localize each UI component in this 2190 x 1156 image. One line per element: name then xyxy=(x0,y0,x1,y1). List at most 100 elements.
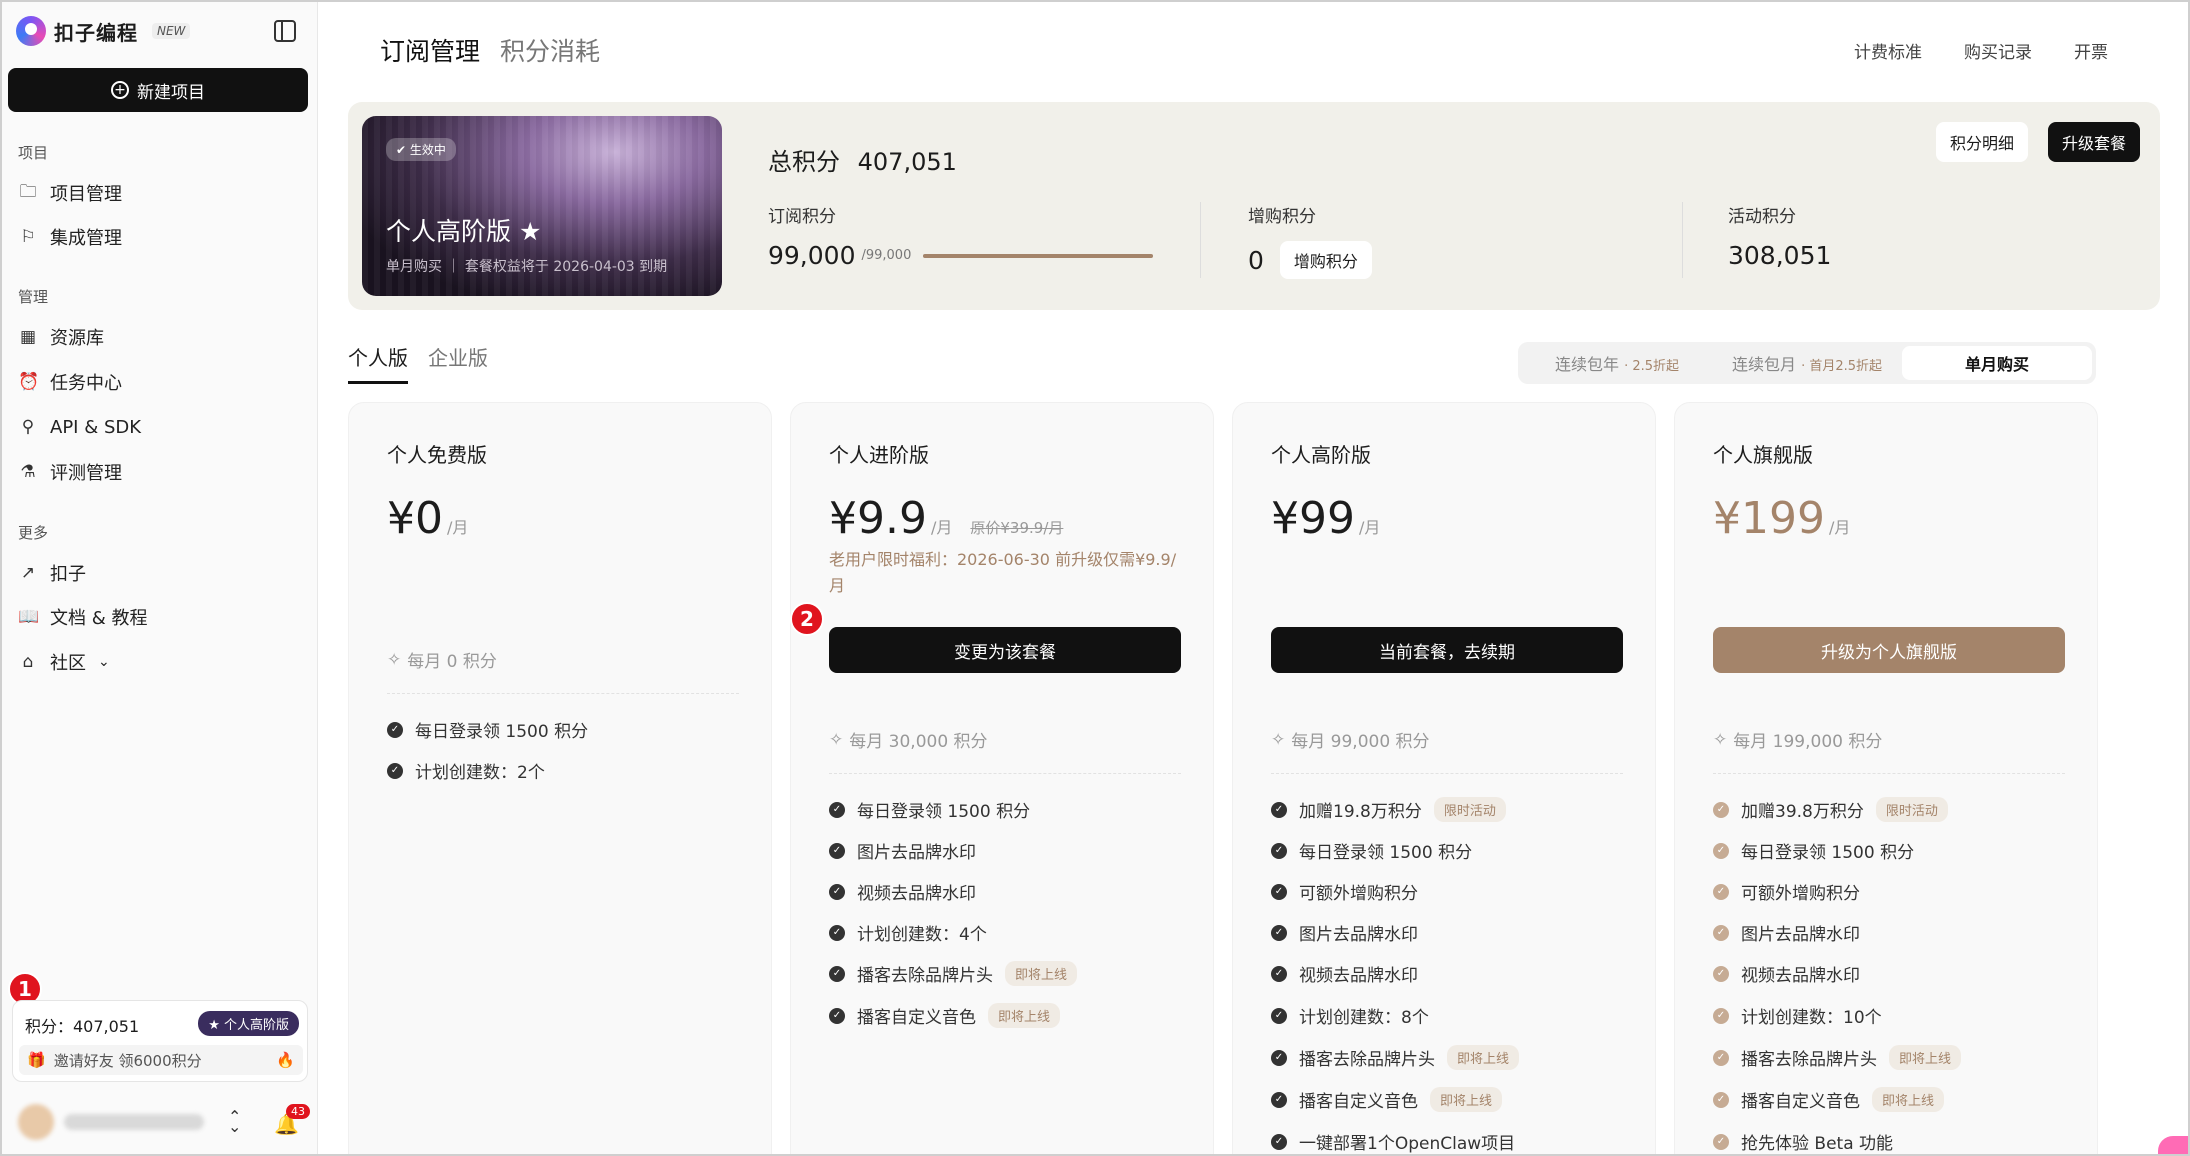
billing-label: 连续包年 xyxy=(1554,355,1619,374)
upgrade-plan-button[interactable]: 升级套餐 xyxy=(2047,122,2140,162)
check-icon: ✓ xyxy=(1271,842,1287,859)
sidebar-item-label: API & SDK xyxy=(50,416,142,438)
total-credits: 总积分 407,051 xyxy=(768,142,957,177)
credit-detail-button[interactable]: 积分明细 xyxy=(1935,122,2028,162)
tab-enterprise[interactable]: 企业版 xyxy=(428,342,488,384)
store-icon: ⌂ xyxy=(22,652,34,672)
status-label: 生效中 xyxy=(409,143,446,157)
version-tabs: 个人版 企业版 xyxy=(348,342,488,384)
grid-icon: ▦ xyxy=(19,327,37,347)
plan-price: ¥9.9 /月 原价¥39.9/月 xyxy=(829,493,1063,544)
invoice-link[interactable]: 开票 xyxy=(2074,38,2108,63)
invite-label: 邀请好友 领6000积分 xyxy=(53,1051,202,1070)
monthly-credits-label: 每月 199,000 积分 xyxy=(1733,732,1883,752)
feature-text: 每日登录领 1500 积分 xyxy=(1299,843,1473,863)
api-nodes-icon: ⚲ xyxy=(21,417,35,437)
new-badge: NEW xyxy=(152,23,191,39)
tab-credit-usage[interactable]: 积分消耗 xyxy=(500,32,600,68)
divider xyxy=(829,773,1181,774)
monthly-credits: ✧ 每月 99,000 积分 xyxy=(1271,727,1430,753)
metric-label: 订阅积分 xyxy=(768,207,836,227)
check-icon: ✓ xyxy=(1713,1133,1729,1150)
plan-title: 个人免费版 xyxy=(387,443,487,467)
coming-soon-tag: 即将上线 xyxy=(1447,1045,1520,1070)
feature-text: 计划创建数：10个 xyxy=(1741,1008,1882,1028)
feature-text: 可额外增购积分 xyxy=(1299,884,1418,904)
billing-single-month[interactable]: 单月购买 xyxy=(1902,346,2092,380)
credits-summary: ✔ 生效中 个人高阶版 ★ 单月购买 ｜ 套餐权益将于 2026-04-03 到… xyxy=(348,102,2160,310)
credits-box[interactable]: 积分：407,051 ★ 个人高阶版 🎁 邀请好友 领6000积分 🔥 xyxy=(12,1000,308,1082)
billing-period-selector: 连续包年 · 2.5折起 连续包月 · 首月2.5折起 单月购买 xyxy=(1518,342,2096,384)
list-item: ✓ 每日登录领 1500 积分 xyxy=(1271,838,1472,863)
plan-card-advanced: 个人进阶版 ¥9.9 /月 原价¥39.9/月 老用户限时福利：2026-06-… xyxy=(790,402,1214,1154)
feature-text: 每日登录领 1500 积分 xyxy=(1741,843,1915,863)
user-profile[interactable] xyxy=(18,1102,218,1142)
feature-text: 每日登录领 1500 积分 xyxy=(415,722,589,742)
invite-friends-link[interactable]: 🎁 邀请好友 领6000积分 🔥 xyxy=(19,1045,303,1075)
buy-credits-button[interactable]: 增购积分 xyxy=(1279,241,1372,279)
sidebar-item-docs[interactable]: 📖 文档 & 教程 xyxy=(18,602,147,632)
feature-text: 图片去品牌水印 xyxy=(1299,925,1418,945)
plan-card-pro: 个人高阶版 ¥99 /月 当前套餐，去续期 ✧ 每月 99,000 积分 ✓ 加赠1… xyxy=(1232,402,1656,1154)
sidebar-item-api-sdk[interactable]: ⚲ API & SDK xyxy=(18,412,141,442)
sidebar-item-tasks[interactable]: ⏰ 任务中心 xyxy=(18,367,122,397)
monthly-credits: ✧ 每月 30,000 积分 xyxy=(829,727,988,753)
list-item: ✓ 每日登录领 1500 积分 xyxy=(1713,838,1914,863)
divider xyxy=(1682,202,1683,278)
alarm-clock-icon: ⏰ xyxy=(18,372,40,392)
sidebar-item-integrations[interactable]: ⚐ 集成管理 xyxy=(18,222,122,252)
notification-count: 43 xyxy=(286,1104,310,1119)
purchase-history-link[interactable]: 购买记录 xyxy=(1964,38,2032,63)
tab-personal[interactable]: 个人版 xyxy=(348,342,408,384)
sidebar-item-evaluation[interactable]: ⚗ 评测管理 xyxy=(18,457,122,487)
current-plan-card: ✔ 生效中 个人高阶版 ★ 单月购买 ｜ 套餐权益将于 2026-04-03 到… xyxy=(362,116,722,296)
user-name-blurred xyxy=(64,1114,204,1130)
feature-text: 计划创建数：2个 xyxy=(415,763,545,783)
tab-subscription[interactable]: 订阅管理 xyxy=(380,32,480,68)
feature-text: 播客自定义音色 xyxy=(1741,1092,1860,1112)
check-icon: ✓ xyxy=(829,1007,845,1024)
feature-text: 播客去除品牌片头 xyxy=(1741,1050,1877,1070)
price-amount: ¥99 xyxy=(1271,493,1355,544)
sidebar-item-community[interactable]: ⌂ 社区 ⌄ xyxy=(18,647,110,677)
check-icon: ✓ xyxy=(829,965,845,982)
sparkle-icon: ✧ xyxy=(1271,729,1286,750)
divider xyxy=(1200,202,1201,278)
plan-title: 个人进阶版 xyxy=(829,443,929,467)
coming-soon-tag: 即将上线 xyxy=(988,1003,1061,1028)
list-item: ✓ 播客自定义音色 即将上线 xyxy=(829,1003,1061,1028)
logo[interactable]: 扣子编程 NEW xyxy=(16,16,191,46)
change-plan-button[interactable]: 变更为该套餐 xyxy=(829,627,1181,673)
expand-updown-icon[interactable]: ⌃ ⌄ xyxy=(228,1109,241,1135)
feature-text: 每日登录领 1500 积分 xyxy=(857,802,1031,822)
billing-yearly[interactable]: 连续包年 · 2.5折起 xyxy=(1522,351,1712,375)
billing-discount: · 2.5折起 xyxy=(1624,359,1680,374)
plan-price: ¥99 /月 xyxy=(1271,493,1380,544)
check-icon: ✓ xyxy=(1713,965,1729,982)
new-project-button[interactable]: + 新建项目 xyxy=(8,68,308,112)
assistant-mascot-icon[interactable] xyxy=(2158,1136,2188,1154)
sidebar-item-resources[interactable]: ▦ 资源库 xyxy=(18,322,104,352)
check-icon: ✓ xyxy=(1271,1007,1287,1024)
monthly-credits: ✧ 每月 199,000 积分 xyxy=(1713,727,1883,753)
sidebar-toggle-icon[interactable] xyxy=(274,20,296,42)
renew-plan-button[interactable]: 当前套餐，去续期 xyxy=(1271,627,1623,673)
check-icon: ✓ xyxy=(1713,1007,1729,1024)
pricing-link[interactable]: 计费标准 xyxy=(1854,38,1922,63)
original-price: 原价¥39.9/月 xyxy=(970,519,1064,537)
header-tabs: 订阅管理 积分消耗 xyxy=(380,32,600,68)
sidebar-item-coze[interactable]: ↗ 扣子 xyxy=(18,558,86,588)
check-icon: ✓ xyxy=(1713,801,1729,818)
metric-value: 99,000 xyxy=(768,241,856,270)
check-icon: ✓ xyxy=(829,842,845,859)
upgrade-flagship-button[interactable]: 升级为个人旗舰版 xyxy=(1713,627,2065,673)
feature-text: 图片去品牌水印 xyxy=(1741,925,1860,945)
feature-text: 加赠19.8万积分 xyxy=(1299,802,1422,822)
list-item: ✓ 播客去除品牌片头 即将上线 xyxy=(829,961,1078,986)
sidebar-item-projects[interactable]: 🗀 项目管理 xyxy=(18,178,123,208)
coming-soon-tag: 即将上线 xyxy=(1005,961,1078,986)
sidebar-item-label: 项目管理 xyxy=(50,184,122,205)
check-icon: ✓ xyxy=(387,721,403,738)
billing-monthly-auto[interactable]: 连续包月 · 首月2.5折起 xyxy=(1712,351,1902,375)
check-icon: ✓ xyxy=(1713,1049,1729,1066)
